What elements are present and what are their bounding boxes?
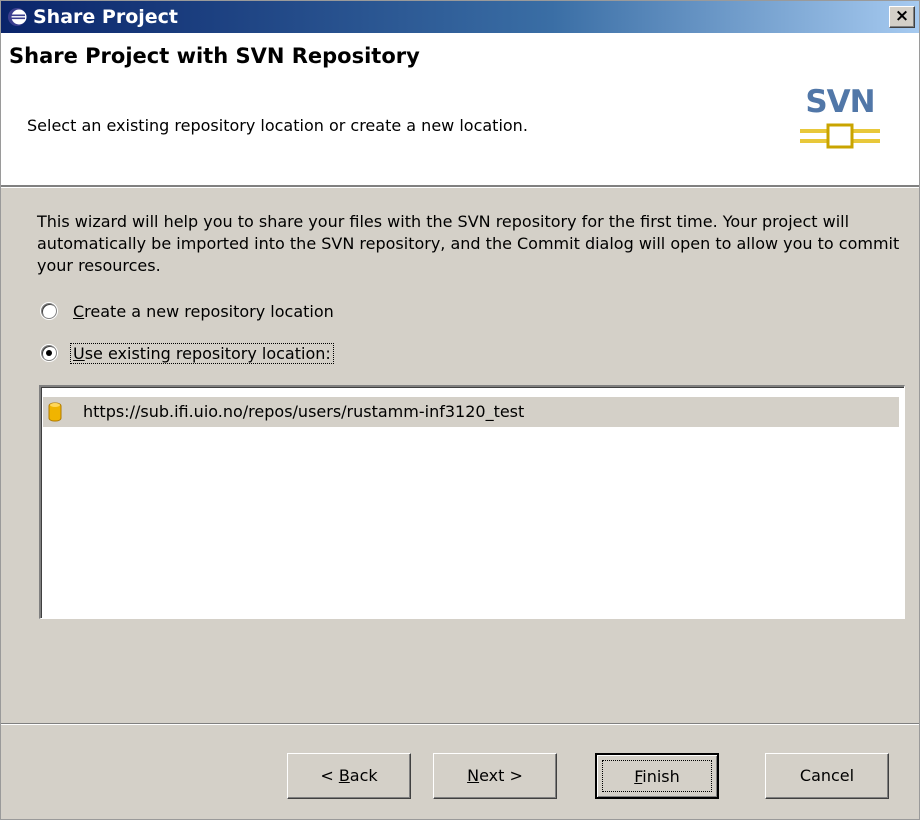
share-project-dialog: Share Project × Share Project with SVN R… (0, 0, 920, 820)
eclipse-icon (8, 8, 27, 26)
list-item[interactable]: https://sub.ifi.uio.no/repos/users/rusta… (43, 397, 899, 427)
repository-url: https://sub.ifi.uio.no/repos/users/rusta… (83, 402, 525, 421)
wizard-intro-text: This wizard will help you to share your … (37, 212, 900, 275)
banner-separator (1, 185, 919, 188)
next-button[interactable]: Next > (433, 753, 557, 799)
back-button[interactable]: < Back (287, 753, 411, 799)
button-bar-separator (1, 723, 919, 725)
finish-focus-ring: Finish (602, 760, 712, 792)
title-bar[interactable]: Share Project × (1, 1, 919, 33)
radio-use-existing[interactable] (41, 345, 57, 361)
page-description: Select an existing repository location o… (27, 116, 528, 135)
cancel-button[interactable]: Cancel (765, 753, 889, 799)
window-title: Share Project (33, 6, 178, 28)
radio-selected-dot (46, 350, 52, 356)
svn-connector-icon (800, 123, 880, 149)
repository-list[interactable]: https://sub.ifi.uio.no/repos/users/rusta… (39, 385, 905, 619)
page-title: Share Project with SVN Repository (9, 44, 420, 68)
repository-icon (48, 402, 62, 422)
svn-logo-text: SVN (805, 84, 875, 120)
create-new-label[interactable]: Create a new repository location (73, 301, 334, 323)
finish-button[interactable]: Finish (595, 753, 719, 799)
close-button[interactable]: × (889, 6, 915, 28)
use-existing-label[interactable]: Use existing repository location: (70, 343, 334, 365)
svn-logo: SVN (798, 83, 882, 161)
radio-create-new[interactable] (41, 303, 57, 319)
